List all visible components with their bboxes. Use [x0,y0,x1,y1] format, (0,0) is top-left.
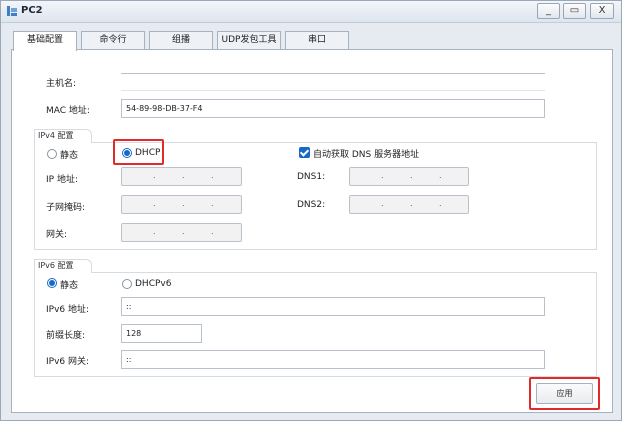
ipv4-group-title: IPv4 配置 [34,129,92,143]
prefix-length-input[interactable]: 128 [121,324,202,343]
dns2-label: DNS2: [297,200,326,210]
ip-dot: . [381,171,384,180]
ipv4-dhcp-label: DHCP [135,148,161,158]
subnet-mask-input[interactable]: . . . [121,195,242,214]
apply-button[interactable]: 应用 [536,383,593,404]
ipv6-address-input[interactable]: :: [121,297,545,316]
ipv6-address-label: IPv6 地址: [46,305,90,315]
gateway-input[interactable]: . . . [121,223,242,242]
tab-serial[interactable]: 串口 [285,31,349,50]
ip-dot: . [211,171,214,180]
ipv4-dhcp-radio[interactable] [122,148,132,158]
close-button[interactable]: X [590,3,614,19]
ip-dot: . [439,171,442,180]
ipv4-static-label: 静态 [60,151,79,161]
ipv6-gateway-label: IPv6 网关: [46,357,90,367]
ipv6-static-radio[interactable] [47,278,57,288]
title-bar[interactable]: PC2 _ ▭ X [1,1,621,23]
pc-app-icon [7,6,17,16]
window-title: PC2 [21,5,43,16]
ip-dot: . [410,171,413,180]
ip-address-label: IP 地址: [46,175,78,185]
dns1-input[interactable]: . . . [349,167,469,186]
gateway-label: 网关: [46,230,68,240]
ip-address-input[interactable]: . . . [121,167,242,186]
ipv6-dhcpv6-radio[interactable] [122,279,132,289]
ip-dot: . [153,227,156,236]
hostname-input[interactable] [121,73,545,91]
maximize-button[interactable]: ▭ [563,3,586,19]
ip-dot: . [182,227,185,236]
ipv6-dhcpv6-label: DHCPv6 [135,279,172,289]
ipv6-gateway-input[interactable]: :: [121,350,545,369]
auto-dns-checkbox[interactable] [299,147,310,158]
ipv6-group-title: IPv6 配置 [34,259,92,273]
minimize-button[interactable]: _ [537,3,560,19]
ip-dot: . [182,199,185,208]
ip-dot: . [410,199,413,208]
ip-dot: . [211,199,214,208]
dns2-input[interactable]: . . . [349,195,469,214]
hostname-label: 主机名: [46,79,77,89]
dns1-label: DNS1: [297,172,326,182]
tab-multicast[interactable]: 组播 [149,31,213,50]
mac-address-field: 54-89-98-DB-37-F4 [121,99,545,118]
ip-dot: . [153,199,156,208]
ipv4-static-radio[interactable] [47,149,57,159]
ip-dot: . [211,227,214,236]
ip-dot: . [381,199,384,208]
tab-command-line[interactable]: 命令行 [81,31,145,50]
tab-basic-config[interactable]: 基础配置 [13,31,77,51]
mac-label: MAC 地址: [46,106,90,116]
pc2-window: PC2 _ ▭ X 基础配置 命令行 组播 UDP发包工具 串口 主机名: MA… [0,0,622,421]
ipv6-static-label: 静态 [60,281,79,291]
auto-dns-label: 自动获取 DNS 服务器地址 [313,150,420,160]
tab-udp-tool[interactable]: UDP发包工具 [217,31,281,50]
ip-dot: . [182,171,185,180]
ip-dot: . [153,171,156,180]
prefix-length-label: 前缀长度: [46,331,86,341]
subnet-mask-label: 子网掩码: [46,203,86,213]
ip-dot: . [439,199,442,208]
